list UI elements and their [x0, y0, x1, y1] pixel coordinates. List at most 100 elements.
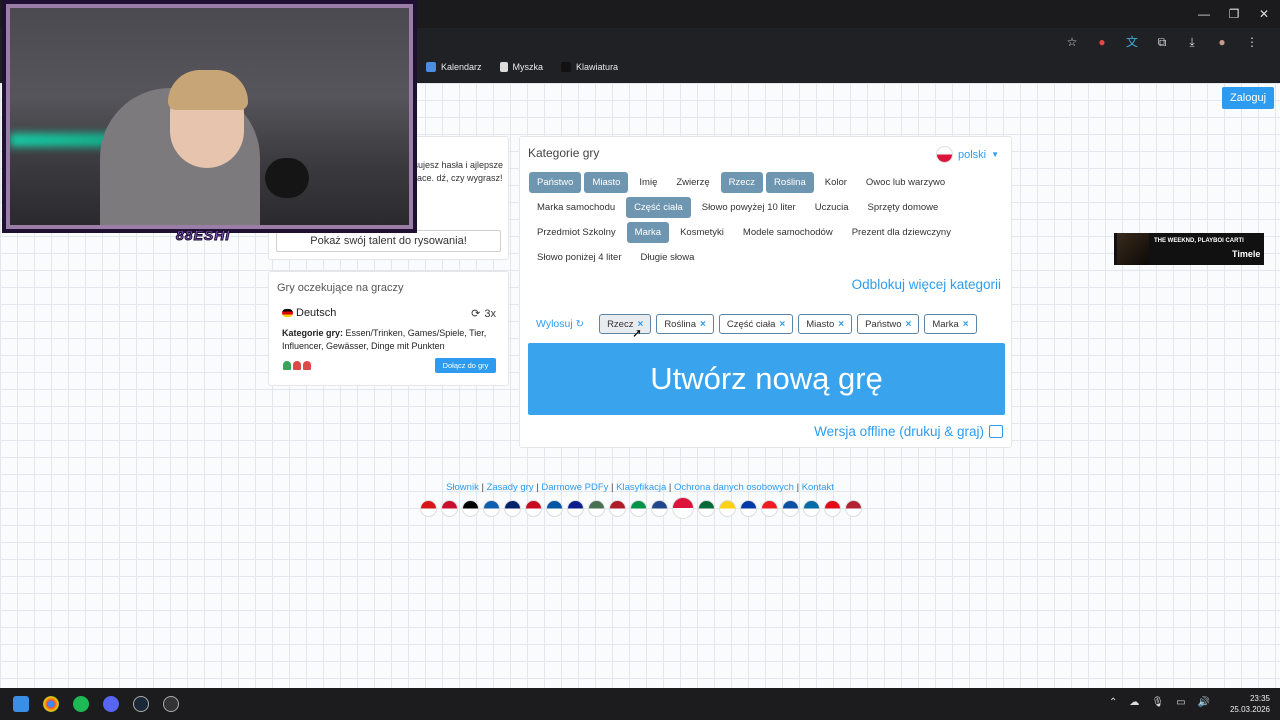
- language-flag-icon[interactable]: [588, 499, 605, 517]
- unlock-categories-link[interactable]: Odblokuj więcej kategorii: [852, 277, 1001, 292]
- footer-link[interactable]: Zasady gry: [487, 482, 534, 493]
- category-option[interactable]: Roślina: [766, 172, 814, 193]
- category-option[interactable]: Owoc lub warzywo: [858, 172, 953, 193]
- category-option[interactable]: Miasto: [584, 172, 629, 193]
- categories-title: Kategorie gry: [528, 146, 600, 160]
- category-option[interactable]: Marka samochodu: [529, 197, 623, 218]
- category-option[interactable]: Kosmetyki: [672, 222, 732, 243]
- category-option[interactable]: Słowo poniżej 4 liter: [529, 247, 630, 268]
- category-option[interactable]: Państwo: [529, 172, 582, 193]
- menu-kebab-icon[interactable]: ⋮: [1244, 34, 1260, 50]
- download-icon[interactable]: ⤓: [1184, 34, 1200, 50]
- bookmark-label: Klawiatura: [576, 62, 619, 72]
- language-flag-icon[interactable]: [845, 499, 862, 517]
- spotify-icon[interactable]: [73, 696, 89, 712]
- remove-chip-icon[interactable]: ×: [700, 319, 706, 330]
- show-talent-button[interactable]: Pokaż swój talent do rysowania!: [276, 230, 501, 252]
- language-flag-icon[interactable]: [651, 499, 668, 517]
- category-option[interactable]: Marka: [626, 222, 670, 243]
- language-flag-icon[interactable]: [803, 499, 820, 517]
- footer-link[interactable]: Darmowe PDFy: [541, 482, 608, 493]
- selected-category-chip[interactable]: Roślina ×: [656, 314, 714, 334]
- app-icon[interactable]: [163, 696, 179, 712]
- language-flag-icon[interactable]: [462, 499, 479, 517]
- category-option[interactable]: Kolor: [817, 172, 855, 193]
- selected-category-chip[interactable]: Marka ×: [924, 314, 977, 334]
- language-flag-icon[interactable]: [719, 499, 736, 517]
- category-option[interactable]: Długie słowa: [633, 247, 703, 268]
- player-icon: [293, 361, 301, 370]
- language-flag-icon[interactable]: [420, 499, 437, 517]
- selected-category-chip[interactable]: Rzecz ×: [599, 314, 652, 334]
- join-game-button[interactable]: Dołącz do gry: [435, 358, 496, 373]
- minimize-button[interactable]: —: [1190, 4, 1218, 24]
- footer-link[interactable]: Kontakt: [802, 482, 834, 493]
- selected-category-chip[interactable]: Miasto ×: [798, 314, 853, 334]
- language-flag-icon[interactable]: [483, 499, 500, 517]
- caret-down-icon: ▼: [991, 150, 999, 159]
- remove-chip-icon[interactable]: ×: [838, 319, 844, 330]
- language-flag-icon[interactable]: [567, 499, 584, 517]
- bookmark-kalendarz[interactable]: Kalendarz: [426, 62, 482, 72]
- login-button[interactable]: Zaloguj: [1222, 87, 1274, 109]
- bookmark-klawiatura[interactable]: Klawiatura: [561, 62, 618, 72]
- translate-icon[interactable]: 文: [1124, 34, 1140, 50]
- keyboard-icon: [561, 62, 572, 72]
- music-ad-banner[interactable]: THE WEEKND, PLAYBOI CARTI Timele: [1114, 233, 1264, 265]
- close-window-button[interactable]: ✕: [1250, 4, 1278, 24]
- language-flag-icon[interactable]: [630, 499, 647, 517]
- steam-icon[interactable]: [133, 696, 149, 712]
- language-flag-icon[interactable]: [824, 499, 841, 517]
- language-flag-icon[interactable]: [698, 499, 715, 517]
- language-flag-icon[interactable]: [609, 499, 626, 517]
- category-option[interactable]: Rzecz: [720, 172, 764, 193]
- create-game-button[interactable]: Utwórz nową grę: [528, 343, 1005, 415]
- bookmark-star-icon[interactable]: ☆: [1064, 34, 1080, 50]
- restore-button[interactable]: ❐: [1220, 4, 1248, 24]
- language-flag-icon[interactable]: [761, 499, 778, 517]
- bookmark-myszka[interactable]: Myszka: [499, 62, 543, 72]
- selected-category-chip[interactable]: Państwo ×: [857, 314, 920, 334]
- offline-version-link[interactable]: Wersja offline (drukuj & graj): [814, 424, 1003, 439]
- category-option[interactable]: Uczucia: [807, 197, 857, 218]
- cloud-icon[interactable]: ☁: [1129, 697, 1139, 708]
- extension-icon[interactable]: ●: [1094, 34, 1110, 50]
- chip-label: Rzecz: [607, 318, 634, 330]
- clock[interactable]: 23:35 25.03.2026: [1230, 693, 1270, 715]
- category-option[interactable]: Przedmiot Szkolny: [529, 222, 624, 243]
- category-option[interactable]: Część ciała: [626, 197, 691, 218]
- selected-category-chip[interactable]: Część ciała ×: [718, 314, 794, 334]
- microphone-icon[interactable]: 🎙: [1151, 697, 1164, 708]
- language-flag-icon[interactable]: [740, 499, 757, 517]
- language-flag-icon[interactable]: [525, 499, 542, 517]
- remove-chip-icon[interactable]: ×: [906, 319, 912, 330]
- remove-chip-icon[interactable]: ×: [779, 319, 785, 330]
- chevron-up-icon[interactable]: ⌃: [1109, 697, 1117, 708]
- discord-icon[interactable]: [103, 696, 119, 712]
- category-option[interactable]: Imię: [631, 172, 665, 193]
- footer-link[interactable]: Słownik: [446, 482, 479, 493]
- language-flag-icon[interactable]: [782, 499, 799, 517]
- volume-icon[interactable]: 🔊: [1198, 697, 1210, 708]
- category-option[interactable]: Sprzęty domowe: [860, 197, 947, 218]
- category-option[interactable]: Modele samochodów: [735, 222, 841, 243]
- category-option[interactable]: Słowo powyżej 10 liter: [694, 197, 804, 218]
- footer-link[interactable]: Klasyfikacja: [616, 482, 666, 493]
- remove-chip-icon[interactable]: ×: [963, 319, 969, 330]
- windows-start-icon[interactable]: [13, 696, 29, 712]
- language-flag-icon[interactable]: [546, 499, 563, 517]
- language-flag-icon[interactable]: [672, 497, 694, 519]
- chrome-icon[interactable]: [43, 696, 59, 712]
- refresh-icon: ⟳: [471, 308, 481, 320]
- draw-random-button[interactable]: Wylosuj ↻: [536, 318, 584, 330]
- footer-link[interactable]: Ochrona danych osobowych: [674, 482, 794, 493]
- language-select[interactable]: polski ▼: [935, 146, 999, 163]
- network-icon[interactable]: ▭: [1176, 697, 1185, 708]
- language-flag-icon[interactable]: [504, 499, 521, 517]
- language-flag-icon[interactable]: [441, 499, 458, 517]
- category-option[interactable]: Prezent dla dziewczyny: [844, 222, 959, 243]
- category-option[interactable]: Zwierzę: [668, 172, 717, 193]
- extensions-puzzle-icon[interactable]: ⧉: [1154, 34, 1170, 50]
- profile-avatar-icon[interactable]: ●: [1214, 34, 1230, 50]
- game-categories: Kategorie gry: Essen/Trinken, Games/Spie…: [282, 327, 502, 353]
